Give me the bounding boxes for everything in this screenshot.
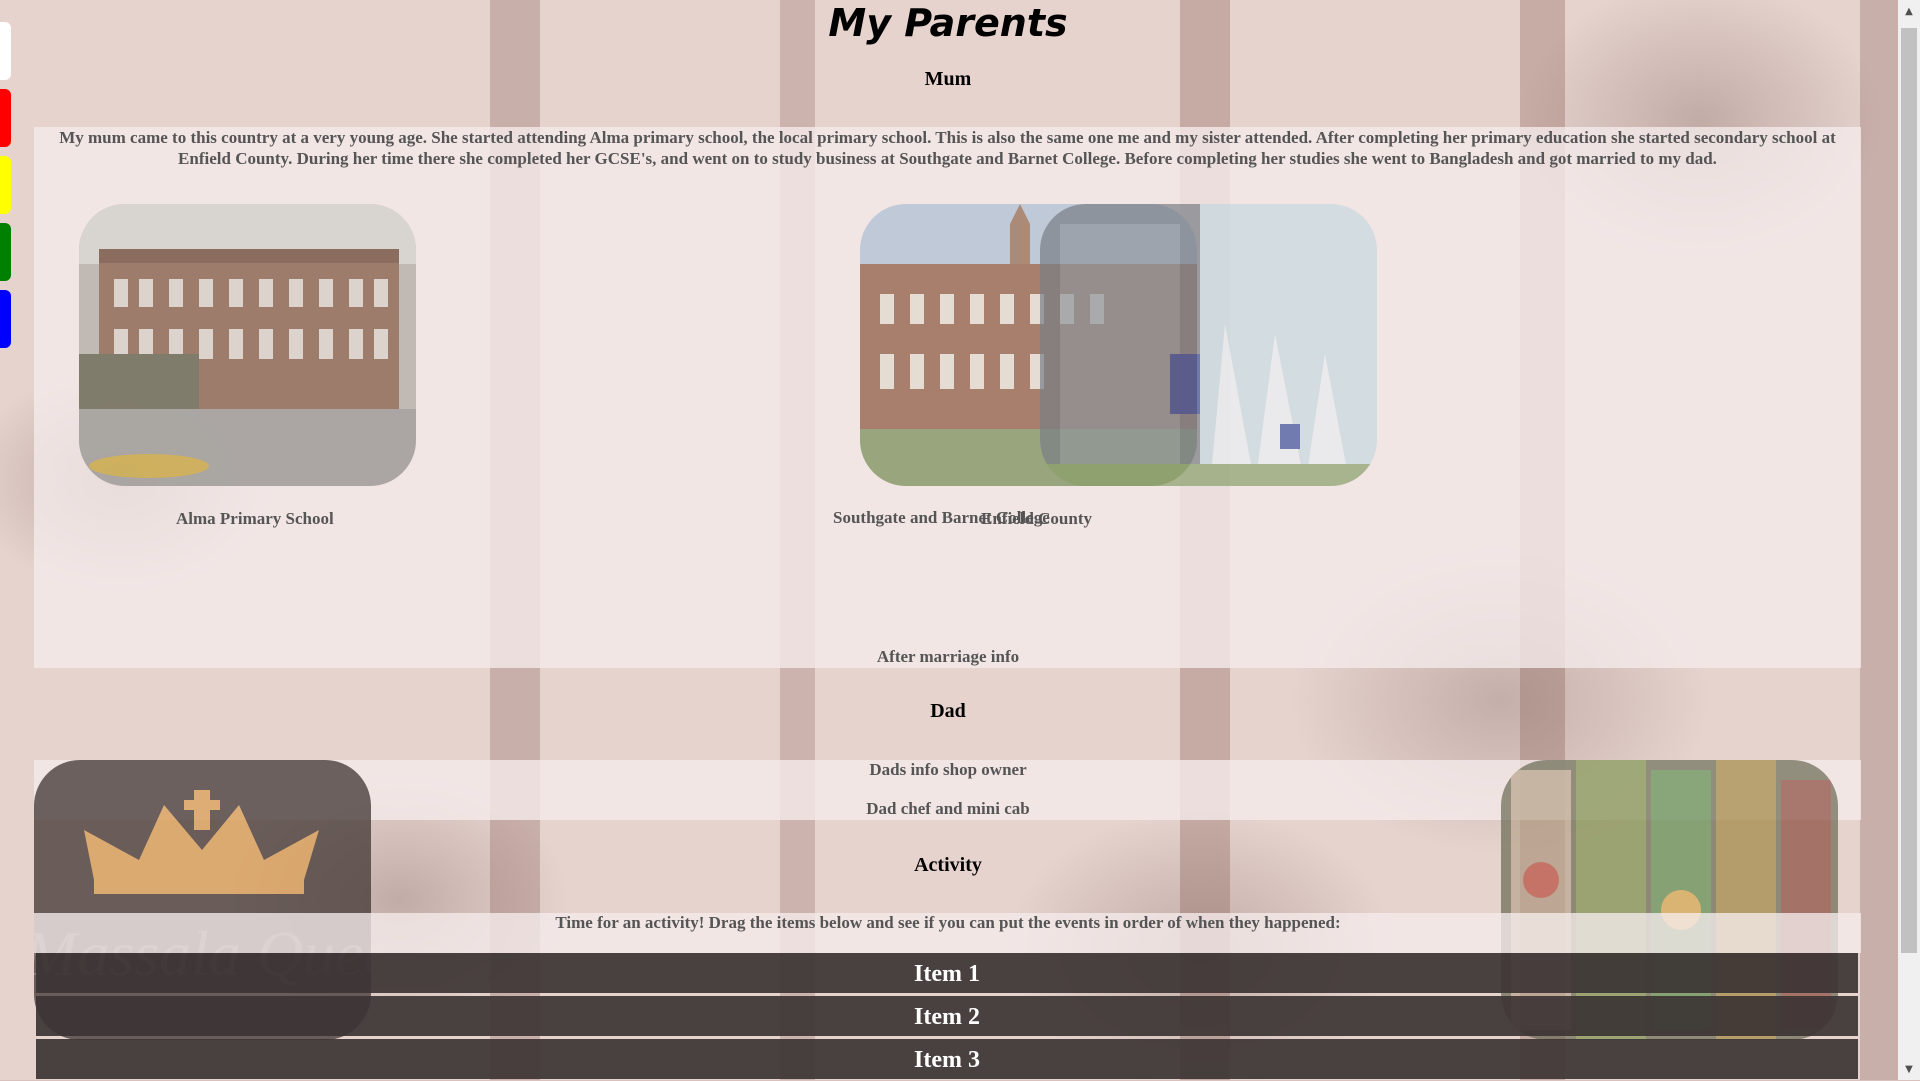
drag-item-3[interactable]: Item 3 [36,1039,1858,1079]
caption-alma: Alma Primary School [176,509,334,528]
caption-enfield: Enfield County [981,509,1092,528]
activity-instruction: Time for an activity! Drag the items bel… [555,913,1341,932]
after-marriage-info: After marriage info [876,647,1020,666]
scroll-up-icon[interactable]: ▲ [1898,0,1920,22]
scroll-thumb[interactable] [1901,28,1917,953]
alma-school-photo [79,204,416,486]
dad-heading: Dad [930,700,966,722]
enfield-county-photo [1040,204,1377,486]
drag-item-2[interactable]: Item 2 [36,996,1858,1036]
mum-heading: Mum [924,68,972,90]
vertical-scrollbar[interactable]: ▲ ▼ [1898,0,1920,1080]
activity-heading: Activity [914,854,982,876]
drag-item-1[interactable]: Item 1 [36,953,1858,993]
mum-paragraph: My mum came to this country at a very yo… [59,128,1836,168]
side-tab-red[interactable] [0,89,11,147]
side-tab-blue[interactable] [0,290,11,348]
side-tab-green[interactable] [0,223,11,281]
page-title: My Parents [828,1,1068,45]
side-tab-yellow[interactable] [0,156,11,214]
scroll-down-icon[interactable]: ▼ [1898,1058,1920,1080]
